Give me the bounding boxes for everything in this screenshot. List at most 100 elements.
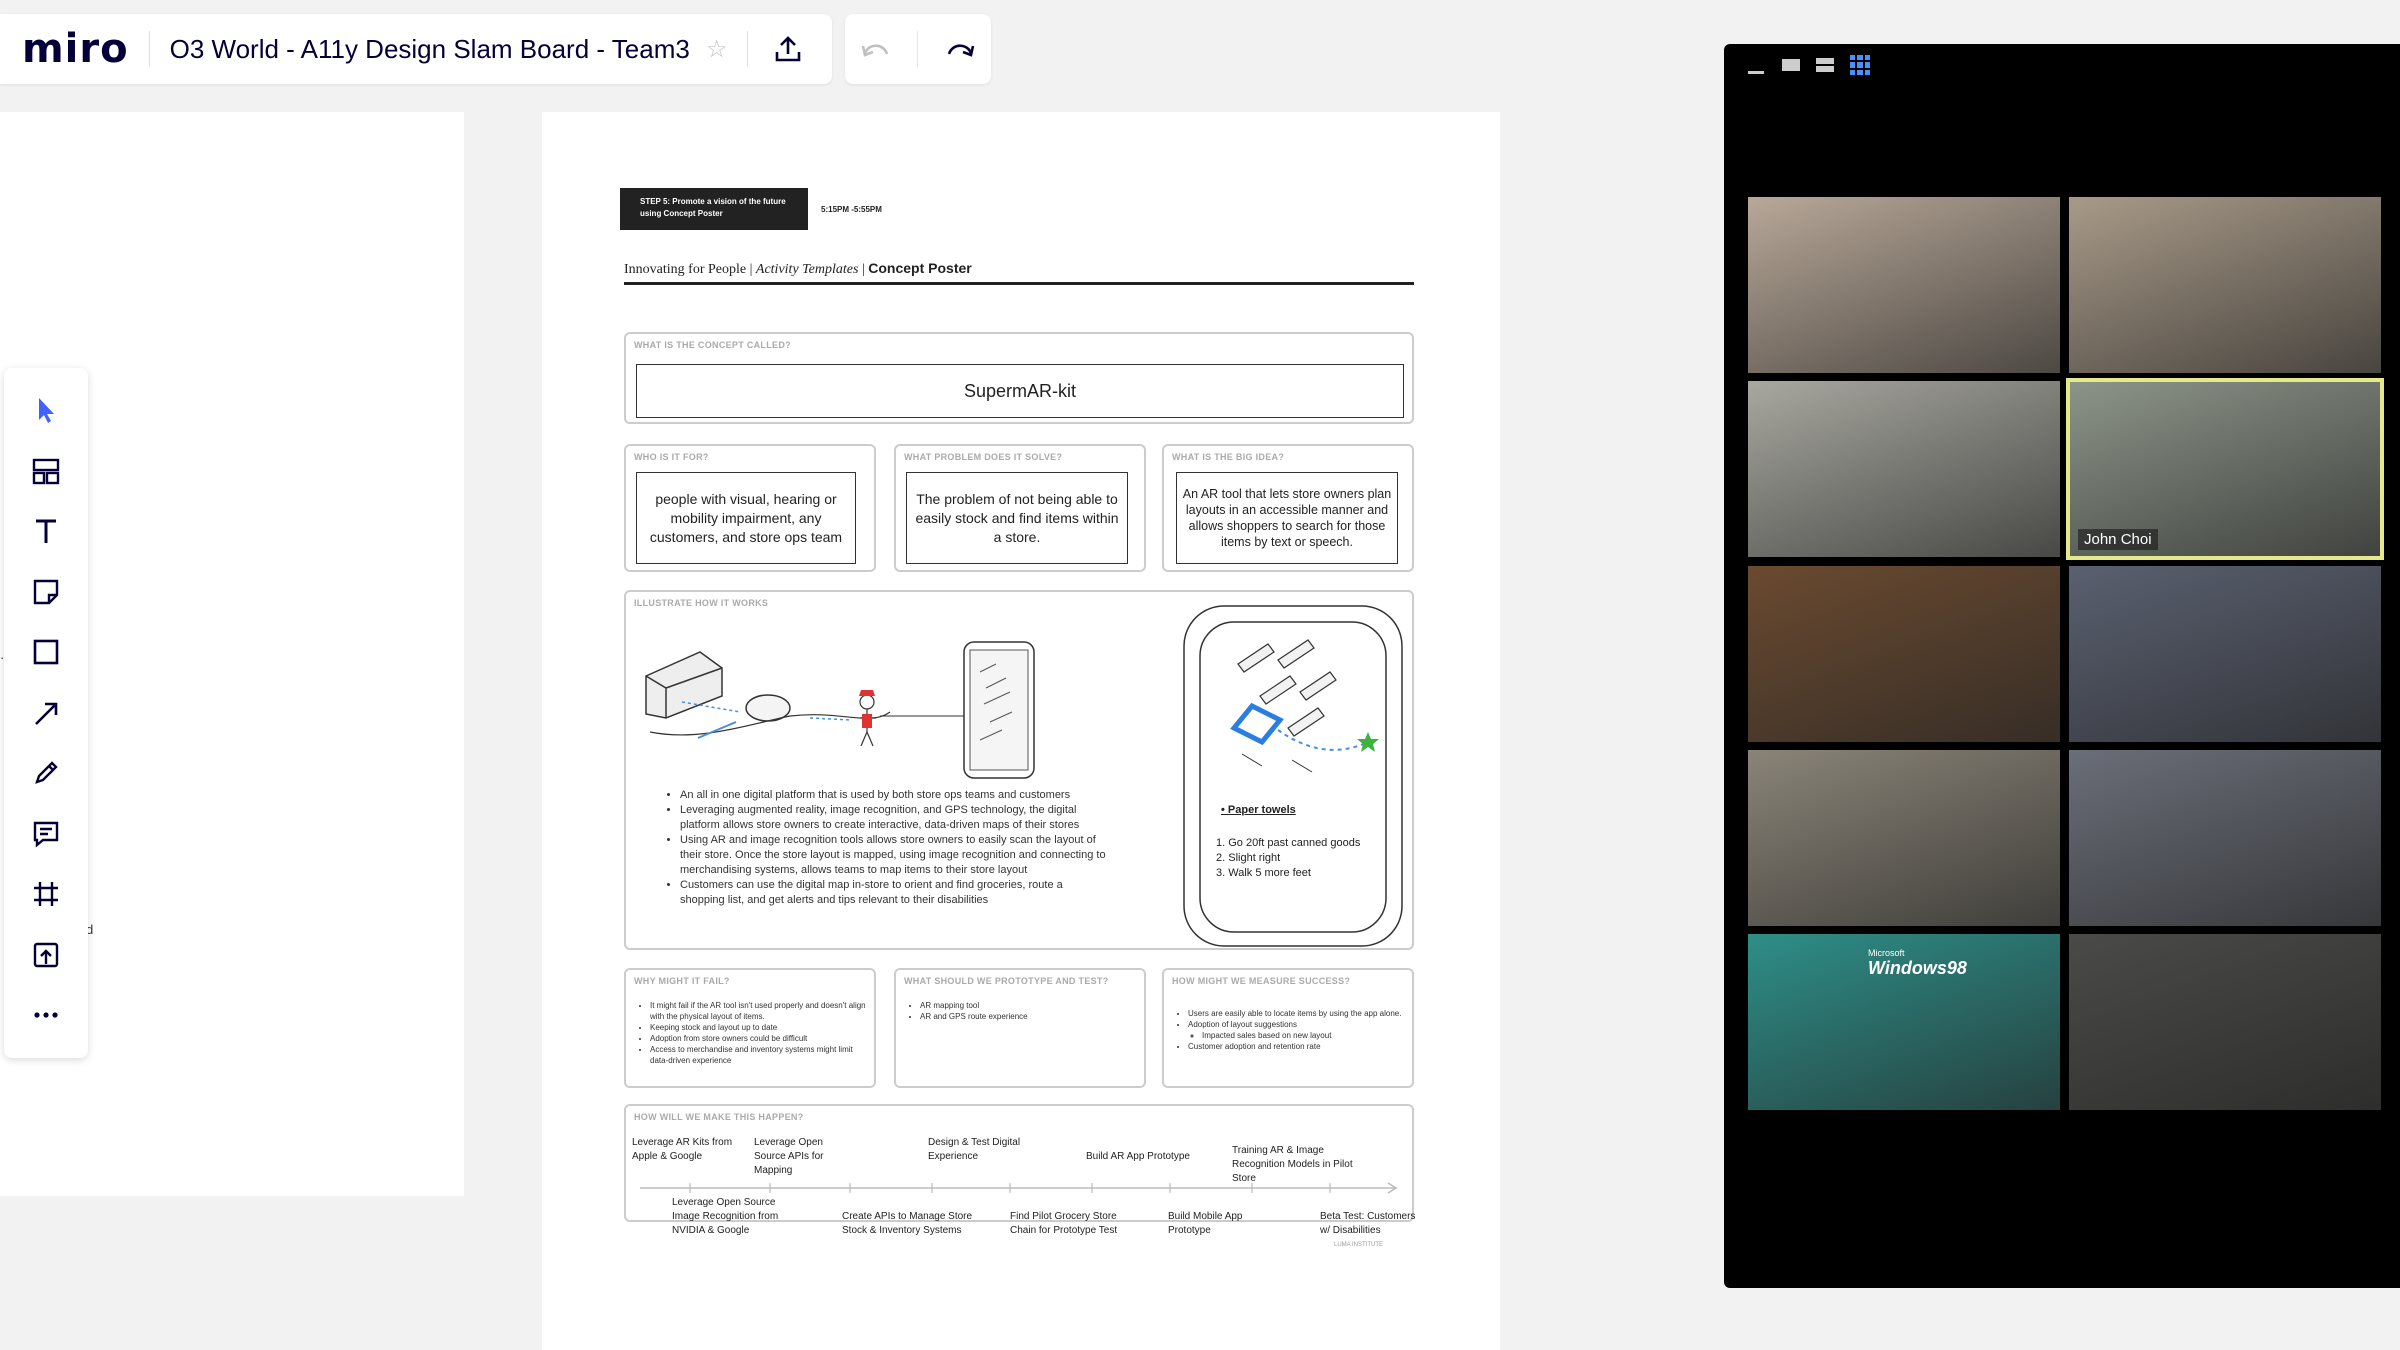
fail-box: WHY MIGHT IT FAIL? It might fail if the …: [624, 968, 876, 1088]
list-item: AR and GPS route experience: [920, 1011, 1138, 1022]
step-badge: STEP 5: Promote a vision of the future u…: [620, 188, 808, 230]
luma-logo: LUMA INSTITUTE: [1334, 1242, 1384, 1248]
video-call-toolbar: [1724, 44, 2400, 86]
upload-icon[interactable]: [768, 29, 808, 69]
view-strip-icon[interactable]: [1816, 58, 1834, 72]
pen-icon[interactable]: [20, 747, 72, 799]
list-item-text: Adoption of layout suggestions: [1188, 1020, 1297, 1029]
header-part1: Innovating for People: [624, 262, 747, 277]
timeline-item: Create APIs to Manage Store Stock & Inve…: [842, 1211, 973, 1236]
video-tile[interactable]: [1748, 750, 2060, 926]
list-item: An all in one digital platform that is u…: [680, 788, 1106, 803]
video-tile[interactable]: [1748, 566, 2060, 742]
measure-label: HOW MIGHT WE MEASURE SUCCESS?: [1172, 976, 1351, 986]
timeline-item: Design & Test Digital Experience: [928, 1137, 1021, 1162]
list-subitem: Impacted sales based on new layout: [1202, 1030, 1406, 1041]
timeline-item: Leverage AR Kits from Apple & Google: [632, 1137, 733, 1162]
timeline-item: Leverage Open Source Image Recognition f…: [672, 1197, 779, 1236]
poster-header: Innovating for People | Activity Templat…: [624, 260, 1414, 285]
who-box: WHO IS IT FOR? people with visual, heari…: [624, 444, 876, 572]
step-time: 5:15PM -5:55PM: [821, 205, 882, 214]
video-tile[interactable]: [1748, 197, 2060, 373]
windows98-background: Microsoft Windows98: [1868, 948, 1967, 978]
problem-box: WHAT PROBLEM DOES IT SOLVE? The problem …: [894, 444, 1146, 572]
idea-box: WHAT IS THE BIG IDEA? An AR tool that le…: [1162, 444, 1414, 572]
who-text: people with visual, hearing or mobility …: [649, 490, 843, 545]
problem-text: The problem of not being able to easily …: [915, 490, 1119, 545]
view-small-icon[interactable]: [1782, 59, 1800, 71]
list-item: Users are easily able to locate items by…: [1188, 1008, 1406, 1019]
header-part3: Concept Poster: [868, 260, 972, 276]
idea-text: An AR tool that lets store owners plan l…: [1182, 487, 1392, 549]
frame-icon[interactable]: [20, 868, 72, 920]
who-text-box[interactable]: people with visual, hearing or mobility …: [636, 472, 856, 564]
list-item: Keeping stock and layout up to date: [650, 1022, 868, 1033]
divider: [148, 31, 150, 67]
concept-poster[interactable]: STEP 5: Promote a vision of the future u…: [620, 188, 1420, 1268]
sticky-note-icon[interactable]: [20, 566, 72, 618]
phone-item: • Paper towels: [1221, 804, 1296, 816]
how-it-works-list: An all in one digital platform that is u…: [666, 788, 1106, 908]
phone-step: 3. Walk 5 more feet: [1216, 867, 1311, 879]
divider: [917, 31, 919, 67]
problem-label: WHAT PROBLEM DOES IT SOLVE?: [904, 452, 1063, 462]
measure-box: HOW MIGHT WE MEASURE SUCCESS? Users are …: [1162, 968, 1414, 1088]
list-item: Customer adoption and retention rate: [1188, 1041, 1406, 1052]
concept-label: WHAT IS THE CONCEPT CALLED?: [634, 340, 791, 350]
gallery-view-icon[interactable]: [1850, 55, 1870, 75]
templates-icon[interactable]: [20, 445, 72, 497]
video-tile[interactable]: [2069, 197, 2381, 373]
board-title[interactable]: O3 World - A11y Design Slam Board - Team…: [170, 34, 690, 65]
video-tile[interactable]: [2069, 934, 2381, 1110]
fail-list: It might fail if the AR tool isn't used …: [636, 1000, 868, 1066]
illustrate-box: ILLUSTRATE HOW IT WORKS • Paper towels 1…: [624, 590, 1414, 950]
shape-icon[interactable]: [20, 626, 72, 678]
phone-step: 1. Go 20ft past canned goods: [1216, 837, 1361, 849]
timeline-item: Beta Test: Customers w/ Disabilities: [1320, 1211, 1416, 1236]
illustrate-label: ILLUSTRATE HOW IT WORKS: [634, 598, 769, 608]
prototype-box: WHAT SHOULD WE PROTOTYPE AND TEST? AR ma…: [894, 968, 1146, 1088]
phone-map-sketch: [1183, 605, 1403, 947]
redo-icon[interactable]: [939, 28, 981, 70]
timeline-item: Find Pilot Grocery Store Chain for Proto…: [1010, 1211, 1118, 1236]
arrow-line-icon[interactable]: [20, 687, 72, 739]
list-item: It might fail if the AR tool isn't used …: [650, 1000, 868, 1022]
select-cursor-icon[interactable]: [20, 384, 72, 436]
fail-label: WHY MIGHT IT FAIL?: [634, 976, 730, 986]
timeline-item: Training AR & Image Recognition Models i…: [1232, 1145, 1353, 1184]
star-icon[interactable]: ☆: [706, 35, 728, 64]
problem-text-box[interactable]: The problem of not being able to easily …: [906, 472, 1128, 564]
phone-step: 2. Slight right: [1216, 852, 1281, 864]
happen-label: HOW WILL WE MAKE THIS HAPPEN?: [634, 1112, 804, 1122]
who-label: WHO IS IT FOR?: [634, 452, 709, 462]
video-tile[interactable]: [1748, 381, 2060, 557]
miro-logo[interactable]: miro: [22, 26, 129, 72]
idea-label: WHAT IS THE BIG IDEA?: [1172, 452, 1285, 462]
list-item: Adoption from store owners could be diff…: [650, 1033, 868, 1044]
undo-icon[interactable]: [855, 28, 897, 70]
video-tile-active[interactable]: John Choi: [2066, 378, 2384, 560]
prototype-label: WHAT SHOULD WE PROTOTYPE AND TEST?: [904, 976, 1109, 986]
timeline-item: Build AR App Prototype: [1086, 1151, 1190, 1162]
text-icon[interactable]: [20, 505, 72, 557]
idea-text-box[interactable]: An AR tool that lets store owners plan l…: [1176, 472, 1398, 564]
measure-list: Users are easily able to locate items by…: [1174, 1008, 1406, 1052]
video-tile[interactable]: Microsoft Windows98: [1748, 934, 2060, 1110]
more-icon[interactable]: [20, 989, 72, 1041]
list-item: Using AR and image recognition tools all…: [680, 833, 1106, 878]
video-tile[interactable]: [2069, 750, 2381, 926]
top-bar: miro O3 World - A11y Design Slam Board -…: [0, 14, 832, 84]
concept-box: WHAT IS THE CONCEPT CALLED? SupermAR-kit: [624, 332, 1414, 424]
upload-icon[interactable]: [20, 929, 72, 981]
participant-name: John Choi: [2078, 529, 2158, 550]
prototype-list: AR mapping tool AR and GPS route experie…: [906, 1000, 1138, 1022]
list-item: Leveraging augmented reality, image reco…: [680, 803, 1106, 833]
comment-icon[interactable]: [20, 808, 72, 860]
list-item: Customers can use the digital map in-sto…: [680, 878, 1106, 908]
minimize-icon[interactable]: [1748, 56, 1766, 74]
concept-name-box[interactable]: SupermAR-kit: [636, 364, 1404, 418]
concept-name: SupermAR-kit: [963, 380, 1077, 401]
phone-steps: 1. Go 20ft past canned goods 2. Slight r…: [1216, 836, 1360, 881]
video-tile[interactable]: [2069, 566, 2381, 742]
list-item: Access to merchandise and inventory syst…: [650, 1044, 868, 1066]
